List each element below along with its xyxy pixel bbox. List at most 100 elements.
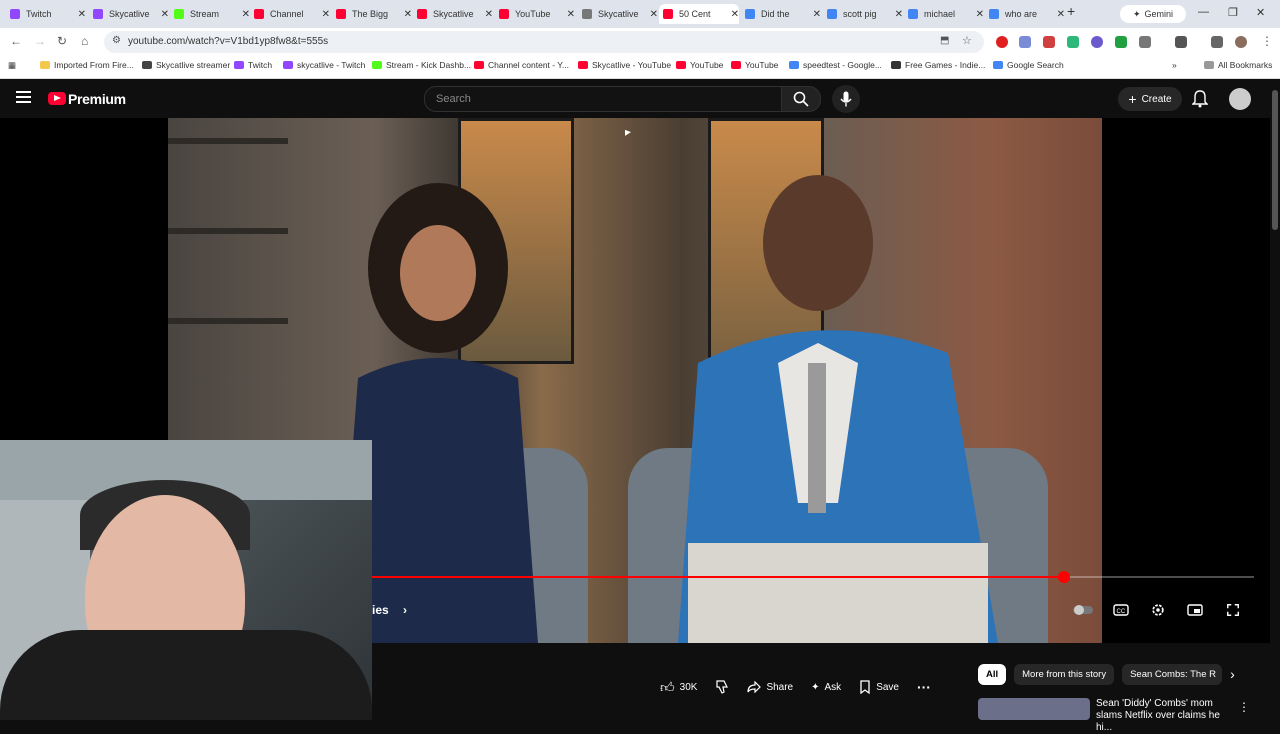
browser-menu-icon[interactable]: ⋮ (1261, 34, 1273, 48)
tab-close-icon[interactable]: ✕ (731, 9, 739, 20)
tab-close-icon[interactable]: ✕ (322, 9, 330, 20)
autoplay-toggle[interactable] (1072, 603, 1094, 617)
install-icon[interactable]: ⬒ (940, 35, 949, 46)
browser-tab[interactable]: Skycatlive ✕ (578, 4, 658, 24)
sidebar-icon[interactable] (1175, 36, 1187, 48)
dislike-button[interactable] (715, 680, 729, 694)
site-info-icon[interactable]: ⚙ (112, 35, 121, 46)
more-actions-icon[interactable]: ··· (917, 679, 931, 695)
browser-tab[interactable]: scott pig ✕ (823, 4, 903, 24)
extensions-puzzle-icon[interactable] (1139, 36, 1151, 48)
media-controls-icon[interactable] (1211, 36, 1223, 48)
bookmark-favicon-icon (40, 61, 50, 69)
bookmarks-overflow-icon[interactable]: » (1172, 60, 1177, 70)
page-scrollbar[interactable] (1270, 80, 1280, 720)
menu-icon[interactable] (16, 91, 31, 103)
forward-icon[interactable]: → (34, 34, 46, 48)
home-icon[interactable]: ⌂ (81, 34, 88, 48)
search-button[interactable] (781, 86, 821, 112)
browser-tab[interactable]: Twitch ✕ (6, 4, 86, 24)
tab-close-icon[interactable]: ✕ (78, 9, 86, 20)
browser-tab[interactable]: Did the ✕ (741, 4, 821, 24)
browser-tab[interactable]: 50 Cent ✕ (659, 4, 739, 24)
theater-mode-icon[interactable] (1187, 603, 1203, 617)
ask-button[interactable]: ✦ Ask (811, 682, 841, 693)
bookmark-item[interactable]: Imported From Fire... (40, 60, 134, 70)
account-avatar[interactable] (1229, 88, 1251, 110)
search-input[interactable] (434, 92, 768, 106)
chip-all[interactable]: All (978, 664, 1007, 685)
scrollbar-thumb[interactable] (1272, 90, 1278, 230)
search-box[interactable] (424, 86, 782, 112)
tab-close-icon[interactable]: ✕ (650, 9, 658, 20)
bookmark-item[interactable]: skycatlive - Twitch (283, 60, 365, 70)
bookmark-item[interactable]: Google Search (993, 60, 1064, 70)
opera-extension-icon[interactable] (996, 36, 1008, 48)
reload-icon[interactable]: ↻ (57, 34, 67, 48)
share-button[interactable]: Share (747, 681, 793, 693)
browser-tab[interactable]: michael ✕ (904, 4, 984, 24)
extension-icon[interactable] (1091, 36, 1103, 48)
video-progress-bar[interactable] (372, 571, 1254, 583)
all-bookmarks-button[interactable]: All Bookmarks (1204, 60, 1272, 70)
voice-search-button[interactable] (832, 85, 860, 113)
tab-close-icon[interactable]: ✕ (485, 9, 493, 20)
browser-tab[interactable]: Skycatlive ✕ (413, 4, 493, 24)
browser-tab[interactable]: Channel ✕ (250, 4, 330, 24)
like-button[interactable]: 👍︎ 30K (660, 679, 697, 696)
gemini-button[interactable]: ✦ Gemini (1120, 5, 1186, 23)
download-icon[interactable] (1115, 36, 1127, 48)
captions-icon[interactable]: CC (1113, 603, 1129, 617)
bookmark-star-icon[interactable]: ☆ (962, 34, 972, 47)
create-button[interactable]: + Create (1118, 87, 1182, 111)
new-tab-button[interactable]: + (1067, 3, 1075, 19)
chip-more-from-story[interactable]: More from this story (1014, 664, 1115, 685)
browser-tab[interactable]: The Bigg ✕ (332, 4, 412, 24)
bookmark-item[interactable]: speedtest - Google... (789, 60, 882, 70)
tab-close-icon[interactable]: ✕ (404, 9, 412, 20)
restore-icon[interactable]: ❐ (1228, 6, 1238, 19)
back-icon[interactable]: ← (10, 34, 22, 48)
fullscreen-icon[interactable] (1225, 603, 1241, 617)
chapter-title[interactable]: ies (372, 603, 389, 617)
bookmark-item[interactable]: Channel content - Y... (474, 60, 569, 70)
extension-icon[interactable] (1043, 36, 1055, 48)
browser-tab[interactable]: YouTube ✕ (495, 4, 575, 24)
bookmark-item[interactable]: Skycatlive - YouTube (578, 60, 671, 70)
extension-icon[interactable] (1067, 36, 1079, 48)
url-field[interactable]: ⚙ youtube.com/watch?v=V1bd1yp8fw8&t=555s… (104, 31, 984, 53)
chip-sean-combs[interactable]: Sean Combs: The R (1122, 664, 1223, 685)
browser-tab[interactable]: who are ✕ (985, 4, 1065, 24)
notifications-bell-icon[interactable] (1192, 90, 1208, 108)
youtube-logo-icon[interactable] (48, 92, 66, 105)
tab-close-icon[interactable]: ✕ (161, 9, 169, 20)
settings-gear-icon[interactable] (1150, 603, 1166, 617)
bookmark-item[interactable]: Twitch (234, 60, 272, 70)
close-window-icon[interactable]: ✕ (1256, 6, 1265, 19)
bookmark-item[interactable]: YouTube (731, 60, 778, 70)
recommendation-title[interactable]: Sean 'Diddy' Combs' mom slams Netflix ov… (1096, 698, 1230, 734)
youtube-premium-logo-text[interactable]: Premium (68, 91, 126, 107)
recommendation-thumbnail[interactable] (978, 698, 1090, 720)
chips-next-chevron-icon[interactable]: › (1230, 664, 1235, 685)
tab-close-icon[interactable]: ✕ (242, 9, 250, 20)
save-button[interactable]: Save (859, 680, 899, 694)
bookmark-item[interactable]: YouTube (676, 60, 723, 70)
recommendation-menu-icon[interactable]: ⋮ (1238, 700, 1250, 714)
tab-close-icon[interactable]: ✕ (567, 9, 575, 20)
bookmark-item[interactable]: Stream - Kick Dashb... (372, 60, 471, 70)
bookmark-item[interactable]: Free Games - Indie... (891, 60, 985, 70)
tab-close-icon[interactable]: ✕ (895, 9, 903, 20)
chapter-chevron-icon[interactable]: › (403, 603, 407, 617)
tab-close-icon[interactable]: ✕ (976, 9, 984, 20)
profile-avatar-icon[interactable] (1235, 36, 1247, 48)
bookmark-item[interactable]: Skycatlive streamer (142, 60, 230, 70)
tab-close-icon[interactable]: ✕ (813, 9, 821, 20)
browser-tab[interactable]: Stream ✕ (170, 4, 250, 24)
thumbs-down-icon (716, 680, 729, 694)
translate-extension-icon[interactable] (1019, 36, 1031, 48)
minimize-icon[interactable]: — (1198, 6, 1209, 18)
tab-close-icon[interactable]: ✕ (1057, 9, 1065, 20)
browser-tab[interactable]: Skycatlive ✕ (89, 4, 169, 24)
apps-icon[interactable]: ▦ (8, 60, 16, 71)
